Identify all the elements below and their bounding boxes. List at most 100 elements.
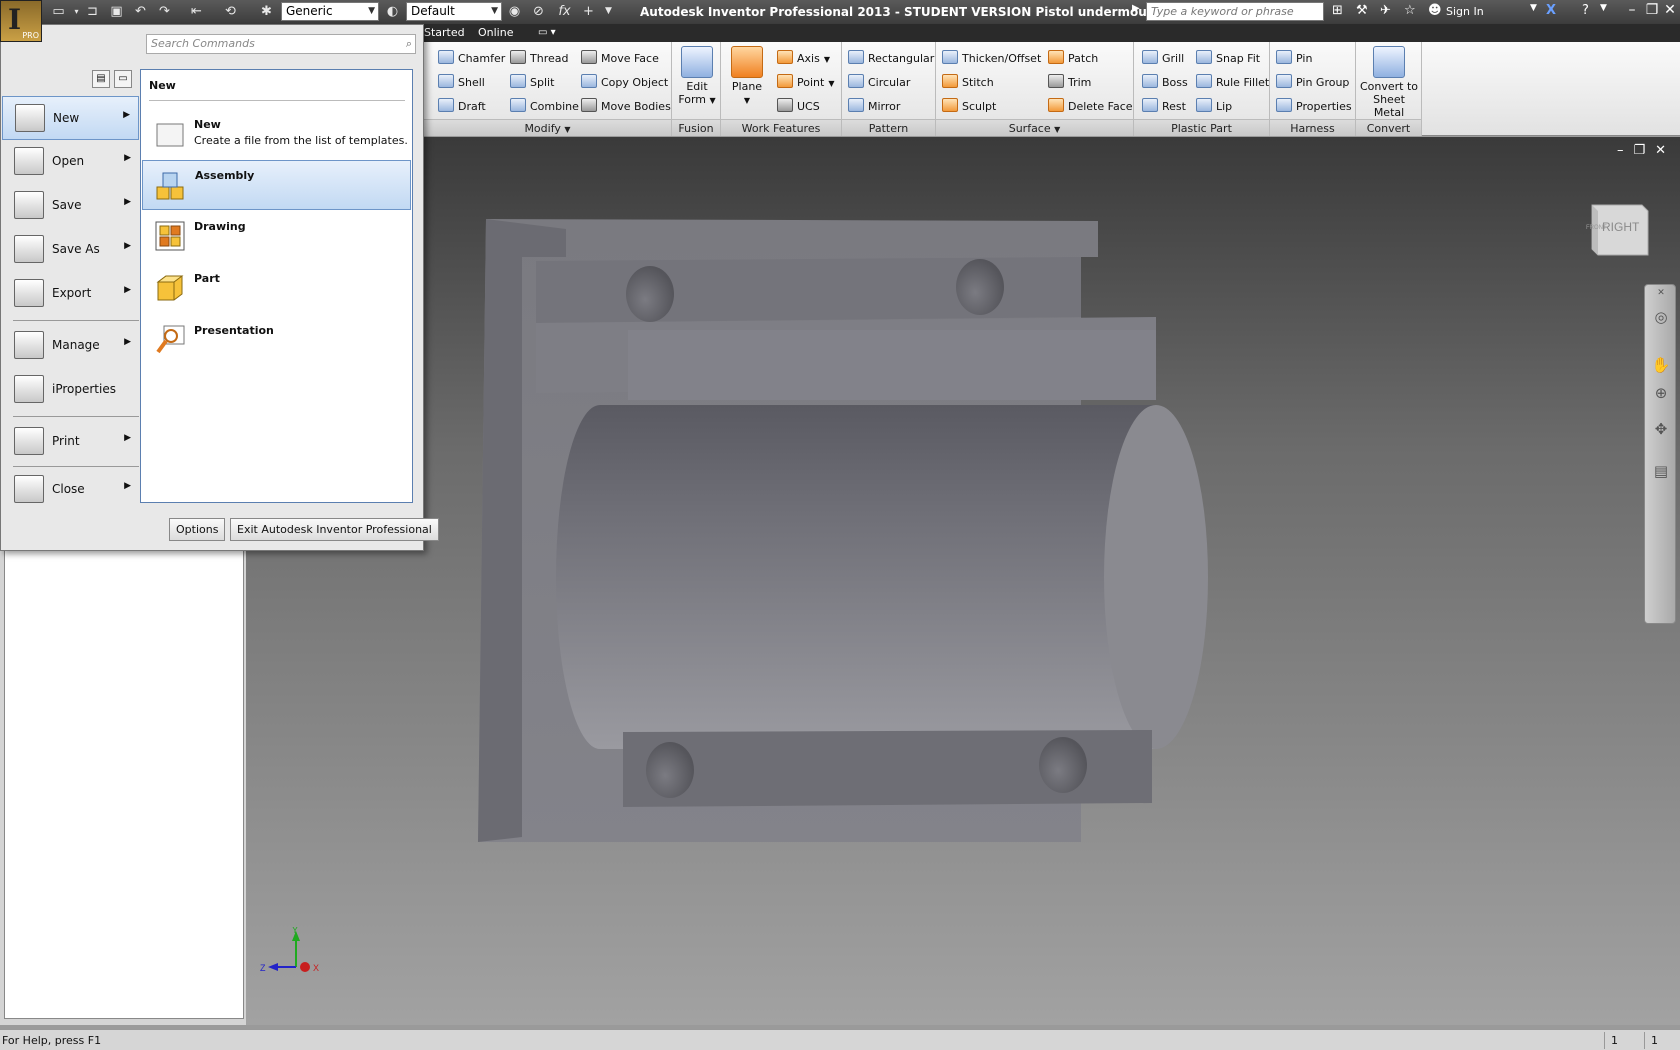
rectangular-pattern-button[interactable]: Rectangular <box>848 50 934 65</box>
exit-button[interactable]: Exit Autodesk Inventor Professional <box>230 518 439 541</box>
plane-button[interactable]: Plane ▼ <box>727 46 767 107</box>
sculpt-button[interactable]: Sculpt <box>942 98 996 113</box>
menu-item-print[interactable]: Print ▶ <box>2 420 139 464</box>
camera-dropdown-icon[interactable]: ▭ ▾ <box>538 27 556 38</box>
view-cube[interactable]: RIGHT FRONT <box>1584 199 1650 259</box>
chevron-down-icon[interactable]: ▼ <box>1600 3 1607 13</box>
move-bodies-button[interactable]: Move Bodies <box>581 98 671 113</box>
chamfer-button[interactable]: Chamfer <box>438 50 505 65</box>
edit-form-button[interactable]: Edit Form ▼ <box>678 46 716 107</box>
look-at-icon[interactable]: ▤ <box>1651 461 1671 481</box>
panel-surface-label[interactable]: Surface ▼ <box>936 119 1133 136</box>
sign-in-link[interactable]: Sign In <box>1446 5 1484 18</box>
application-menu-button[interactable]: I PRO <box>0 0 42 42</box>
combine-button[interactable]: Combine <box>510 98 579 113</box>
help-icon[interactable]: ? <box>1582 3 1589 18</box>
menu-item-new[interactable]: New ▶ <box>2 96 139 140</box>
delete-face-button[interactable]: Delete Face <box>1048 98 1133 113</box>
menu-item-manage[interactable]: Manage ▶ <box>2 324 139 368</box>
thicken-offset-button[interactable]: Thicken/Offset <box>942 50 1041 65</box>
open-icon[interactable]: ⊐ <box>84 3 101 20</box>
harness-properties-button[interactable]: Properties <box>1276 98 1352 113</box>
zoom-icon[interactable]: ⊕ <box>1651 383 1671 403</box>
return-icon[interactable]: ⇤ <box>188 3 205 20</box>
move-face-button[interactable]: Move Face <box>581 50 659 65</box>
menu-item-open[interactable]: Open ▶ <box>2 140 139 184</box>
lip-button[interactable]: Lip <box>1196 98 1232 113</box>
menu-item-save[interactable]: Save ▶ <box>2 184 139 228</box>
color-wheel-icon[interactable]: ◐ <box>384 3 401 20</box>
submenu-item-new[interactable]: New Create a file from the list of templ… <box>142 110 411 160</box>
submenu-item-presentation[interactable]: Presentation <box>142 316 411 366</box>
plus-icon[interactable]: + <box>580 3 597 20</box>
save-icon[interactable]: ▣ <box>108 3 125 20</box>
pan-icon[interactable]: ✋ <box>1651 355 1671 375</box>
panel-modify-label[interactable]: Modify ▼ <box>424 119 671 136</box>
menu-item-export[interactable]: Export ▶ <box>2 272 139 316</box>
menu-item-iproperties[interactable]: iProperties <box>2 368 139 412</box>
clear-icon[interactable]: ⊘ <box>530 3 547 20</box>
grill-button[interactable]: Grill <box>1142 50 1184 65</box>
thread-button[interactable]: Thread <box>510 50 568 65</box>
customize-dropdown-icon[interactable]: ▼ <box>600 3 617 20</box>
help-search-input[interactable]: Type a keyword or phrase <box>1146 2 1324 21</box>
snap-fit-button[interactable]: Snap Fit <box>1196 50 1260 65</box>
stitch-button[interactable]: Stitch <box>942 74 994 89</box>
redo-icon[interactable]: ↷ <box>156 3 173 20</box>
circular-pattern-button[interactable]: Circular <box>848 74 910 89</box>
search-commands-input[interactable]: Search Commands ⌕ <box>146 34 416 54</box>
axis-button[interactable]: Axis ▼ <box>777 50 830 65</box>
new-file-icon[interactable]: ▭ <box>50 3 67 20</box>
adjust-icon[interactable]: ◉ <box>506 3 523 20</box>
tools-icon[interactable]: ⚒ <box>1356 3 1368 18</box>
function-icon[interactable]: fx <box>556 3 573 20</box>
steering-wheel-icon[interactable]: ◎ <box>1651 307 1671 327</box>
restore-button[interactable]: ❐ <box>1642 2 1662 21</box>
point-button[interactable]: Point ▼ <box>777 74 834 89</box>
close-icon[interactable]: ✕ <box>1651 283 1671 303</box>
minimize-button[interactable]: – <box>1622 2 1642 21</box>
ucs-button[interactable]: UCS <box>777 98 820 113</box>
material-dropdown[interactable]: Generic ▼ <box>281 2 379 21</box>
exchange-apps-icon[interactable]: X <box>1546 3 1556 18</box>
orbit-icon[interactable]: ✥ <box>1651 419 1671 439</box>
appearance-dropdown[interactable]: Default ▼ <box>406 2 502 21</box>
split-button[interactable]: Split <box>510 74 554 89</box>
rest-button[interactable]: Rest <box>1142 98 1186 113</box>
expand-search-icon[interactable]: ▶ <box>1132 3 1140 14</box>
recent-documents-icon[interactable]: ▤ <box>92 70 110 88</box>
binoculars-icon[interactable]: ⊞ <box>1332 3 1343 18</box>
chevron-down-icon[interactable]: ▼ <box>1530 3 1537 13</box>
pin-group-button[interactable]: Pin Group <box>1276 74 1349 89</box>
undo-icon[interactable]: ↶ <box>132 3 149 20</box>
menu-item-close[interactable]: Close ▶ <box>2 468 139 512</box>
draft-button[interactable]: Draft <box>438 98 486 113</box>
user-icon[interactable]: ☻ <box>1428 3 1442 18</box>
close-window-button[interactable]: ✕ <box>1660 2 1680 21</box>
patch-button[interactable]: Patch <box>1048 50 1098 65</box>
submenu-item-assembly[interactable]: Assembly <box>142 160 411 210</box>
options-button[interactable]: Options <box>169 518 226 541</box>
submenu-item-drawing[interactable]: Drawing <box>142 212 411 262</box>
properties-icon[interactable]: ✱ <box>258 3 275 20</box>
graphics-window[interactable]: –❐✕ RIGHT FRONT ✕ ◎ ✋ ⊕ ✥ ▤ Y Z X <box>246 137 1680 1025</box>
boss-button[interactable]: Boss <box>1142 74 1188 89</box>
shell-button[interactable]: Shell <box>438 74 485 89</box>
tab-online[interactable]: Online <box>478 26 513 39</box>
satellite-icon[interactable]: ✈ <box>1380 3 1391 18</box>
pin-button[interactable]: Pin <box>1276 50 1312 65</box>
tab-getting-started[interactable]: Started <box>424 26 465 39</box>
new-dropdown-icon[interactable]: ▾ <box>68 3 85 20</box>
open-documents-icon[interactable]: ▭ <box>114 70 132 88</box>
convert-to-sheet-metal-button[interactable]: Convert to Sheet Metal <box>1358 46 1420 119</box>
trim-button[interactable]: Trim <box>1048 74 1091 89</box>
part-model[interactable] <box>246 137 1680 1025</box>
menu-item-save-as[interactable]: Save As ▶ <box>2 228 139 272</box>
submenu-item-part[interactable]: Part <box>142 264 411 314</box>
update-icon[interactable]: ⟲ <box>222 3 239 20</box>
rule-fillet-button[interactable]: Rule Fillet <box>1196 74 1269 89</box>
mirror-button[interactable]: Mirror <box>848 98 900 113</box>
browser-tree[interactable] <box>4 547 244 1019</box>
favorites-icon[interactable]: ☆ <box>1404 3 1416 18</box>
copy-object-button[interactable]: Copy Object <box>581 74 668 89</box>
